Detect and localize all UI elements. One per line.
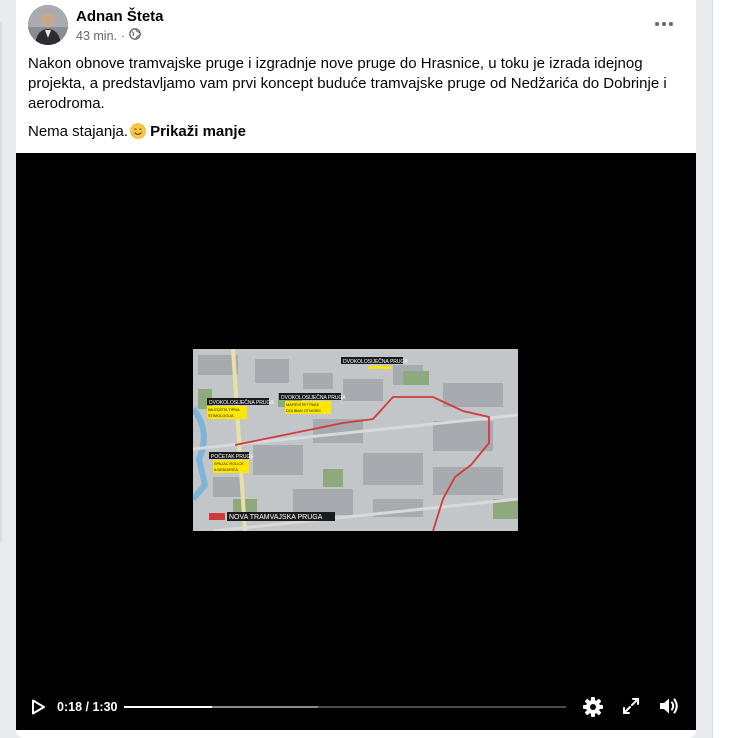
map-label-start: POČETAK PRUGE: [211, 453, 254, 460]
video-frame-map: DVOKOLOSIJEČNA PRUGA DVOKOLOSIJEČNA PRUG…: [193, 349, 518, 531]
avatar[interactable]: [28, 5, 68, 45]
author-name[interactable]: Adnan Šteta: [76, 8, 164, 25]
map-label-top: DVOKOLOSIJEČNA PRUGA: [343, 358, 408, 365]
video-current-time: 0:18: [57, 700, 83, 714]
map-label-mid-sub2: DOLIBAN OTNOSIS: [286, 409, 321, 413]
map-label-left-sub2: STIMOLOGIJA: [208, 414, 234, 418]
map-label-left: DVOKOLOSIJEČNA PRUGA: [209, 399, 274, 406]
post-text: Nakon obnove tramvajske pruge i izgradnj…: [28, 54, 678, 142]
post-body-2: Nema stajanja. Prikaži manje: [28, 122, 678, 142]
map-label-start-sub1: SPAJAC ROLICE: [214, 462, 244, 466]
video-time-separator: /: [82, 700, 93, 714]
post-time[interactable]: 43 min.: [76, 29, 117, 43]
more-dots-icon[interactable]: [652, 12, 676, 36]
adjacent-card: [712, 0, 742, 738]
post-body-2-text: Nema stajanja.: [28, 123, 129, 140]
feed-post: Adnan Šteta 43 min. · Nakon obnove tramv…: [16, 0, 696, 738]
post-meta: 43 min. ·: [76, 28, 142, 43]
video-controls: 0:18 / 1:30: [16, 691, 696, 723]
volume-icon[interactable]: [658, 696, 680, 721]
post-body: Nakon obnove tramvajske pruge i izgradnj…: [28, 55, 667, 112]
meta-separator: ·: [121, 28, 126, 43]
settings-gear-icon[interactable]: [582, 696, 604, 723]
video-player[interactable]: DVOKOLOSIJEČNA PRUGA DVOKOLOSIJEČNA PRUG…: [16, 153, 696, 730]
see-less-link[interactable]: Prikaži manje: [150, 123, 246, 140]
play-icon[interactable]: [28, 697, 48, 722]
map-label-start-sub2: A NEDIARIĆA: [214, 467, 239, 472]
fullscreen-icon[interactable]: [621, 696, 641, 721]
page-left-divider: [0, 22, 2, 542]
map-label-mid: DVOKOLOSIJEČNA PRUGA: [281, 394, 346, 401]
video-played: [124, 706, 213, 708]
map-label-mid-sub1: MAFIEVITET PAKE: [286, 403, 320, 407]
video-time: 0:18 / 1:30: [57, 700, 117, 714]
smiling-face-emoji: [130, 123, 146, 139]
video-progress-bar[interactable]: [124, 706, 566, 708]
video-duration: 1:30: [92, 700, 118, 714]
map-label-left-sub1: IMLEDŽITA TIPNA: [208, 407, 240, 412]
globe-icon[interactable]: [129, 28, 142, 43]
map-legend-label: NOVA TRAMVAJSKA PRUGA: [229, 514, 323, 521]
